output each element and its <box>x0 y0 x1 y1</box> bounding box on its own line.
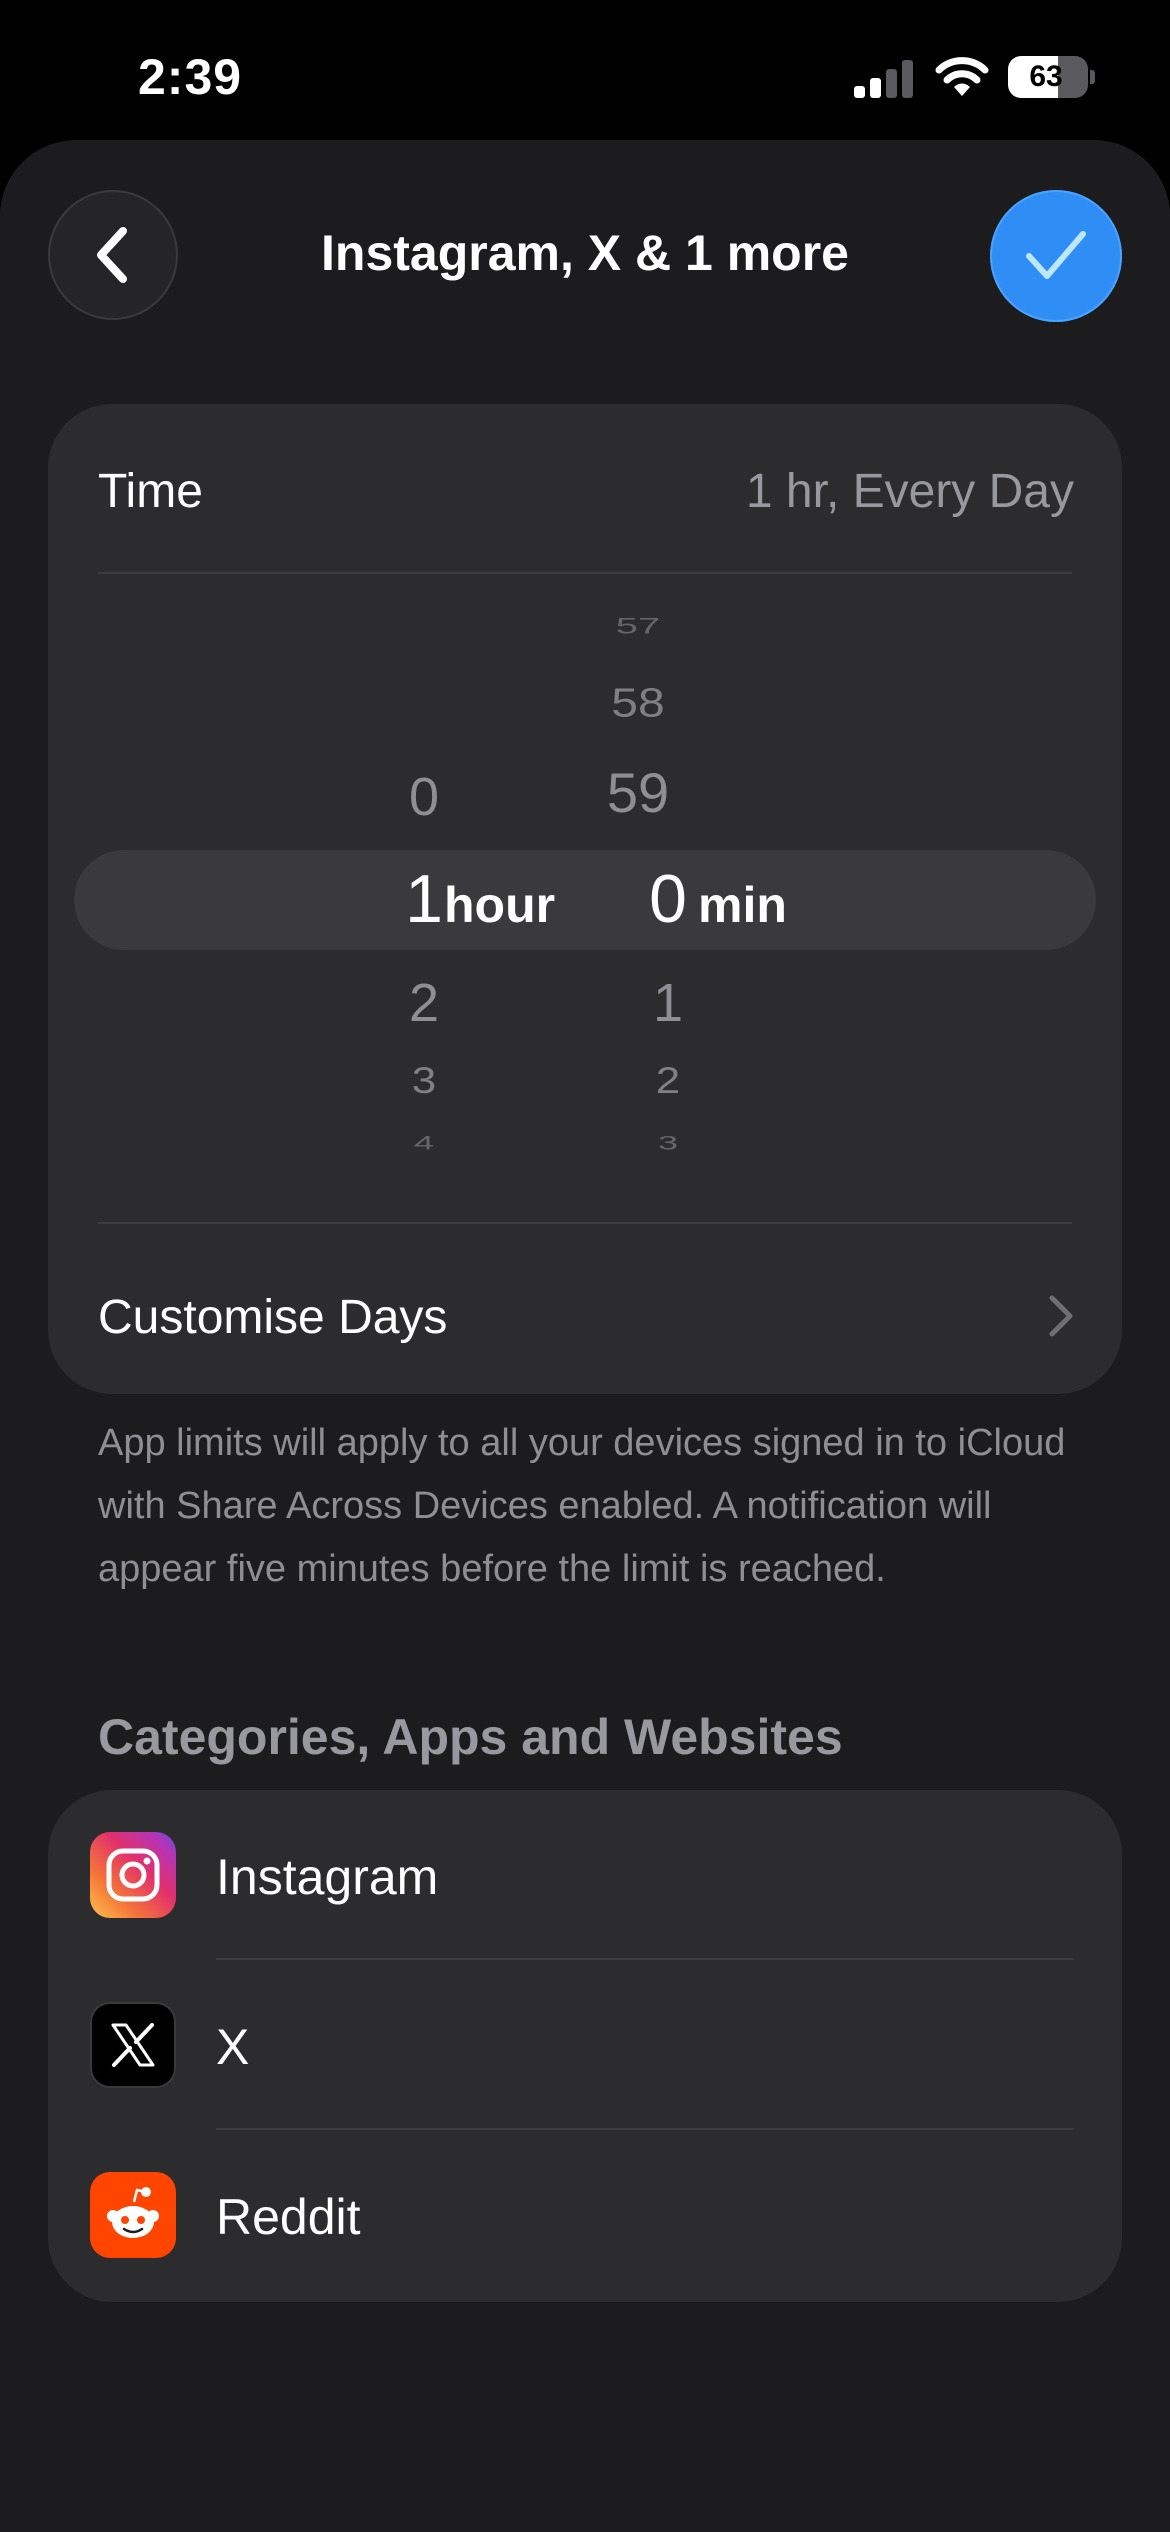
checkmark-icon <box>1026 231 1086 279</box>
instagram-icon <box>90 1832 176 1918</box>
hour-option[interactable]: 2 <box>384 972 464 1034</box>
time-value: 1 hr, Every Day <box>745 465 1074 518</box>
time-picker[interactable]: 0 1 hour 2 3 4 57 58 59 0 min 1 2 3 <box>48 574 1122 1164</box>
battery-icon: 63 <box>1008 56 1088 98</box>
apps-list-card: Instagram X Reddit <box>48 1790 1122 2302</box>
page-title: Instagram, X & 1 more <box>321 225 849 281</box>
reddit-icon <box>90 2172 176 2258</box>
minute-option[interactable]: 57 <box>588 614 688 639</box>
minute-option[interactable]: 1 <box>628 972 708 1034</box>
app-limit-sheet: Instagram, X & 1 more Time 1 hr, Every D… <box>0 140 1170 2532</box>
minute-selected[interactable]: 0 <box>628 860 708 938</box>
chevron-right-icon <box>1049 1295 1073 1337</box>
list-item[interactable]: Instagram <box>48 1790 1122 1960</box>
app-name: Reddit <box>216 2189 361 2245</box>
time-label: Time <box>98 465 203 518</box>
status-bar: 2:39 63 <box>0 0 1170 140</box>
minute-option[interactable]: 3 <box>628 1131 708 1154</box>
x-icon <box>90 2002 176 2088</box>
hour-unit-label: hour <box>444 877 556 933</box>
done-button[interactable] <box>990 190 1122 322</box>
wifi-icon <box>935 57 989 96</box>
minute-option[interactable]: 2 <box>628 1060 708 1103</box>
hour-option[interactable]: 4 <box>384 1131 464 1154</box>
picker-selection-highlight <box>74 850 1096 950</box>
battery-cap <box>1090 70 1095 84</box>
customise-days-row[interactable]: Customise Days <box>48 1224 1122 1394</box>
chevron-left-icon <box>97 227 127 283</box>
app-limits-footnote: App limits will apply to all your device… <box>98 1422 1066 1590</box>
minute-option[interactable]: 58 <box>588 680 688 727</box>
customise-days-label: Customise Days <box>98 1291 448 1344</box>
status-time: 2:39 <box>138 49 243 105</box>
hour-option[interactable]: 3 <box>384 1060 464 1103</box>
time-row[interactable]: Time 1 hr, Every Day <box>48 404 1122 572</box>
minute-unit-label: min <box>698 877 787 933</box>
time-limit-card: Time 1 hr, Every Day 0 1 hour 2 3 4 57 5… <box>48 404 1122 1394</box>
cellular-signal-icon <box>854 58 914 98</box>
list-item[interactable]: Reddit <box>48 2130 1122 2300</box>
back-button[interactable] <box>48 190 178 320</box>
hour-option[interactable]: 0 <box>384 766 464 828</box>
section-header: Categories, Apps and Websites <box>98 1709 843 1765</box>
app-name: X <box>216 2019 250 2075</box>
app-name: Instagram <box>216 1849 439 1905</box>
battery-percentage: 63 <box>1029 60 1063 93</box>
battery-indicator: 63 <box>1008 56 1095 98</box>
minute-option[interactable]: 59 <box>588 760 688 825</box>
list-item[interactable]: X <box>48 1960 1122 2130</box>
